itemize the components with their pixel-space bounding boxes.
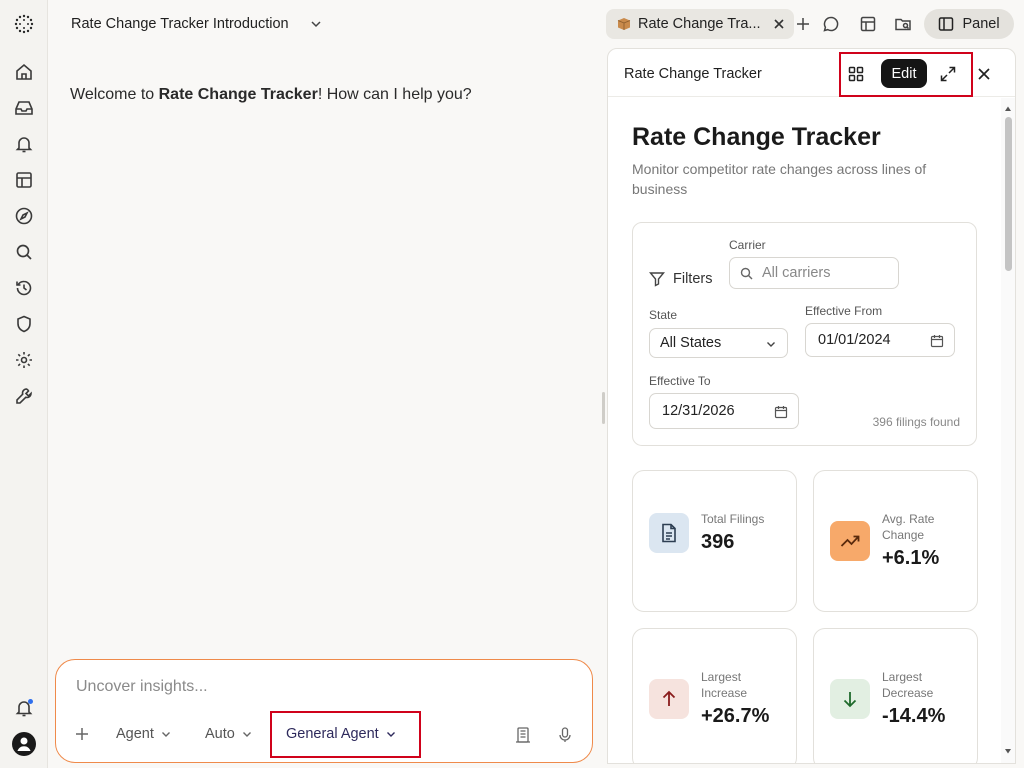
agent-mode-label: Agent: [116, 726, 154, 742]
stat-badge-orange: [830, 521, 870, 561]
stat-label: Largest Decrease: [882, 670, 934, 700]
stat-card-total-filings: Total Filings 396: [632, 470, 797, 612]
stat-value: +6.1%: [882, 547, 940, 569]
stat-card-largest-decrease: Largest Decrease -14.4%: [813, 628, 978, 763]
effective-to-date-field[interactable]: 12/31/2026: [649, 393, 799, 429]
welcome-prefix: Welcome to: [70, 86, 159, 103]
effective-from-label: Effective From: [805, 304, 883, 318]
stat-card-avg-rate-change: Avg. Rate Change +6.1%: [813, 470, 978, 612]
add-attachment-button[interactable]: [74, 722, 90, 746]
chat-bubble-icon[interactable]: [822, 15, 840, 33]
shield-icon[interactable]: [14, 314, 34, 334]
filters-card: Filters Carrier All carriers State All S…: [632, 222, 977, 446]
stat-label: Avg. Rate Change: [882, 512, 935, 542]
welcome-app-name: Rate Change Tracker: [158, 86, 318, 103]
calendar-icon[interactable]: [930, 334, 944, 348]
search-icon[interactable]: [14, 242, 34, 262]
layout-icon[interactable]: [14, 170, 34, 190]
model-dropdown[interactable]: Auto: [205, 722, 253, 746]
carrier-placeholder: All carriers: [762, 265, 831, 281]
stat-card-largest-increase: Largest Increase +26.7%: [632, 628, 797, 763]
close-tab-icon[interactable]: [770, 15, 788, 33]
stat-badge-green: [830, 679, 870, 719]
effective-from-date-field[interactable]: 01/01/2024: [805, 323, 955, 357]
user-avatar-icon[interactable]: [12, 732, 36, 756]
chevron-down-icon: [242, 732, 251, 737]
panel-tabbar: Rate Change Tra... Panel: [606, 0, 1024, 48]
trending-up-icon: [840, 535, 860, 547]
plus-icon: [76, 728, 88, 740]
stat-label: Total Filings: [701, 512, 765, 526]
gear-icon[interactable]: [14, 350, 34, 370]
resize-handle[interactable]: [602, 392, 605, 424]
chevron-down-icon: [767, 342, 775, 347]
calendar-icon[interactable]: [774, 405, 788, 419]
scrollbar-thumb[interactable]: [1005, 117, 1012, 271]
document-building-icon[interactable]: [515, 726, 531, 744]
folder-search-icon[interactable]: [894, 15, 912, 33]
effective-from-value: 01/01/2024: [818, 332, 891, 348]
chat-area: Rate Change Tracker Introduction Welcome…: [48, 0, 606, 768]
page-subtitle: Monitor competitor rate changes across l…: [632, 161, 927, 197]
microphone-icon[interactable]: [558, 726, 572, 744]
page-title: Rate Change Tracker: [632, 123, 881, 151]
panel-toggle-button[interactable]: Panel: [924, 9, 1014, 39]
effective-to-label: Effective To: [649, 374, 711, 388]
effective-to-value: 12/31/2026: [662, 403, 735, 419]
carrier-search-field[interactable]: All carriers: [729, 257, 899, 289]
stat-value: -14.4%: [882, 705, 946, 727]
chevron-down-icon: [161, 732, 170, 737]
model-label: Auto: [205, 726, 235, 742]
state-value: All States: [660, 335, 722, 351]
panel-header-title: Rate Change Tracker: [624, 66, 762, 82]
state-label: State: [649, 308, 678, 322]
left-rail: [0, 0, 48, 768]
panel-header: Rate Change Tracker Edit: [608, 49, 1015, 97]
stat-value: 396: [701, 531, 735, 553]
wrench-icon[interactable]: [14, 386, 34, 406]
tab-rate-change-tracker[interactable]: Rate Change Tra...: [606, 9, 794, 39]
sidebar-panel-icon: [939, 17, 954, 31]
package-icon: [617, 18, 631, 30]
tab-label: Rate Change Tra...: [638, 16, 761, 32]
stat-label: Largest Increase: [701, 670, 748, 700]
chevron-down-icon[interactable]: [309, 17, 323, 31]
welcome-suffix: ! How can I help you?: [317, 86, 472, 103]
arrow-down-icon: [843, 692, 857, 708]
welcome-message: Welcome to Rate Change Tracker! How can …: [70, 86, 472, 104]
chat-topbar: Rate Change Tracker Introduction: [48, 0, 606, 48]
edit-controls-highlight: [839, 52, 973, 97]
stat-badge-red: [649, 679, 689, 719]
arrow-up-icon: [662, 690, 676, 706]
logo-icon[interactable]: [14, 14, 34, 34]
stat-badge-blue: [649, 513, 689, 553]
search-icon: [740, 267, 753, 280]
app-panel: Rate Change Tracker Edit Rate Change Tra…: [607, 48, 1016, 764]
panel-toggle-label: Panel: [962, 16, 1000, 32]
filter-icon: [649, 272, 665, 287]
conversation-title[interactable]: Rate Change Tracker Introduction: [71, 16, 289, 32]
home-icon[interactable]: [14, 62, 34, 82]
agent-mode-dropdown[interactable]: Agent: [116, 722, 172, 746]
carrier-label: Carrier: [729, 238, 766, 252]
state-select[interactable]: All States: [649, 328, 788, 358]
inbox-icon[interactable]: [14, 98, 34, 118]
stat-value: +26.7%: [701, 705, 770, 727]
document-icon: [662, 523, 676, 543]
notification-bell-icon[interactable]: [14, 698, 34, 718]
compass-icon[interactable]: [14, 206, 34, 226]
table-layout-icon[interactable]: [859, 15, 877, 33]
history-icon[interactable]: [14, 278, 34, 298]
scroll-up-icon[interactable]: [1004, 105, 1012, 113]
general-agent-highlight: [270, 711, 421, 758]
new-tab-plus-icon[interactable]: [794, 15, 812, 33]
scroll-down-icon[interactable]: [1004, 747, 1012, 755]
filings-found-count: 396 filings found: [872, 415, 960, 429]
message-input[interactable]: [76, 678, 556, 696]
filters-title: Filters: [673, 271, 713, 287]
bell-icon[interactable]: [14, 134, 34, 154]
close-panel-icon[interactable]: [975, 65, 993, 83]
